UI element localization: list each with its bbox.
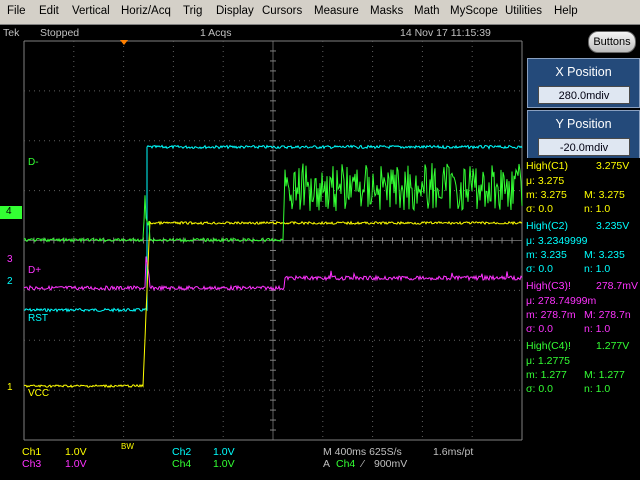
ch4-scale[interactable]: 1.0V	[213, 458, 235, 470]
ch4-label[interactable]: Ch4	[172, 458, 191, 470]
waveform-display[interactable]: D- D+ RST VCC	[0, 40, 524, 442]
ch1-label[interactable]: Ch1	[22, 446, 41, 458]
buttons-toggle-button[interactable]: Buttons	[588, 31, 636, 53]
mean-value: 1.2775	[537, 355, 571, 367]
count-value: n: 1.0	[584, 203, 611, 215]
ch2-label[interactable]: Ch2	[172, 446, 191, 458]
ch2-scale[interactable]: 1.0V	[213, 446, 235, 458]
x-position-value[interactable]: 280.0mdiv	[538, 86, 630, 104]
acquisition-state: Stopped	[40, 27, 80, 39]
timestamp: 14 Nov 17 11:15:39	[400, 27, 491, 39]
min-value: m: 1.277	[526, 369, 567, 381]
y-position-title: Y Position	[555, 117, 612, 131]
channel-1-marker[interactable]: 1	[7, 382, 13, 393]
channel-4-marker[interactable]: 4	[0, 206, 22, 219]
channel-3-marker[interactable]: 3	[7, 254, 13, 265]
label-d-minus: D-	[28, 157, 39, 168]
measurement-header: High(C1)	[526, 160, 569, 172]
measurement-value: 3.235V	[596, 220, 630, 232]
measurement-c4[interactable]: High(C4)! 1.277V μ: 1.2775 m: 1.277 M: 1…	[524, 338, 640, 420]
menu-utilities[interactable]: Utilities	[505, 5, 542, 17]
y-position-value[interactable]: -20.0mdiv	[538, 138, 630, 156]
timebase-readout[interactable]: M 400ms 625S/s	[323, 446, 402, 458]
ch3-label[interactable]: Ch3	[22, 458, 41, 470]
mean-value: 278.74999m	[537, 295, 597, 307]
menu-vertical[interactable]: Vertical	[72, 5, 110, 17]
trigger-mode: A	[323, 458, 331, 470]
mean-label: μ:	[526, 235, 535, 247]
measurement-header: High(C4)!	[526, 340, 571, 352]
mean-label: μ:	[526, 175, 535, 187]
menu-measure[interactable]: Measure	[314, 5, 359, 17]
menu-bar: File Edit Vertical Horiz/Acq Trig Displa…	[0, 0, 640, 25]
sigma-value: σ: 0.0	[526, 323, 553, 335]
x-position-title: X Position	[555, 65, 612, 79]
count-value: n: 1.0	[584, 323, 611, 335]
sigma-value: σ: 0.0	[526, 383, 553, 395]
mean-value: 3.275	[537, 175, 565, 187]
trigger-position-marker[interactable]	[120, 40, 128, 45]
ch1-scale[interactable]: 1.0V	[65, 446, 87, 458]
max-value: M: 278.7n	[584, 309, 631, 321]
menu-masks[interactable]: Masks	[370, 5, 403, 17]
label-vcc: VCC	[28, 388, 49, 399]
menu-myscope[interactable]: MyScope	[450, 5, 498, 17]
mean-label: μ:	[526, 295, 535, 307]
status-bar: Tek Stopped 1 Acqs 14 Nov 17 11:15:39	[0, 25, 527, 41]
measurement-value: 278.7mV	[596, 280, 639, 292]
mean-value: 3.2349999	[537, 235, 588, 247]
min-value: m: 3.235	[526, 249, 567, 261]
trigger-source[interactable]: Ch4	[336, 458, 355, 470]
label-d-plus: D+	[28, 265, 41, 276]
record-resolution: 1.6ms/pt	[433, 446, 474, 458]
label-rst: RST	[28, 313, 48, 324]
menu-edit[interactable]: Edit	[39, 5, 59, 17]
menu-horiz-acq[interactable]: Horiz/Acq	[121, 5, 171, 17]
menu-help[interactable]: Help	[554, 5, 578, 17]
trigger-level[interactable]: 900mV	[374, 458, 407, 470]
y-position-panel[interactable]: Y Position -20.0mdiv	[527, 110, 640, 160]
channel-readout-bar: Ch1 1.0V BW Ch2 1.0V Ch3 1.0V Ch4 1.0V M…	[0, 441, 640, 480]
measurement-value: 3.275V	[596, 160, 630, 172]
count-value: n: 1.0	[584, 383, 611, 395]
x-position-panel[interactable]: X Position 280.0mdiv	[527, 58, 640, 108]
sigma-value: σ: 0.0	[526, 203, 553, 215]
menu-math[interactable]: Math	[414, 5, 440, 17]
menu-cursors[interactable]: Cursors	[262, 5, 302, 17]
brand-label: Tek	[3, 27, 20, 39]
max-value: M: 3.235	[584, 249, 625, 261]
min-value: m: 3.275	[526, 189, 567, 201]
mean-label: μ:	[526, 355, 535, 367]
menu-trig[interactable]: Trig	[183, 5, 202, 17]
acquisition-count: 1 Acqs	[200, 27, 232, 39]
menu-file[interactable]: File	[7, 5, 26, 17]
max-value: M: 1.277	[584, 369, 625, 381]
channel-4-marker-label: 4	[6, 206, 12, 217]
min-value: m: 278.7m	[526, 309, 576, 321]
sigma-value: σ: 0.0	[526, 263, 553, 275]
channel-2-marker[interactable]: 2	[7, 276, 13, 287]
measurement-header: High(C3)!	[526, 280, 571, 292]
menu-display[interactable]: Display	[216, 5, 254, 17]
measurement-header: High(C2)	[526, 220, 569, 232]
count-value: n: 1.0	[584, 263, 611, 275]
ch3-scale[interactable]: 1.0V	[65, 458, 87, 470]
max-value: M: 3.275	[584, 189, 625, 201]
trigger-slope-icon: ⁄	[362, 458, 364, 470]
bandwidth-limit-indicator: BW	[121, 442, 134, 451]
measurement-value: 1.277V	[596, 340, 630, 352]
